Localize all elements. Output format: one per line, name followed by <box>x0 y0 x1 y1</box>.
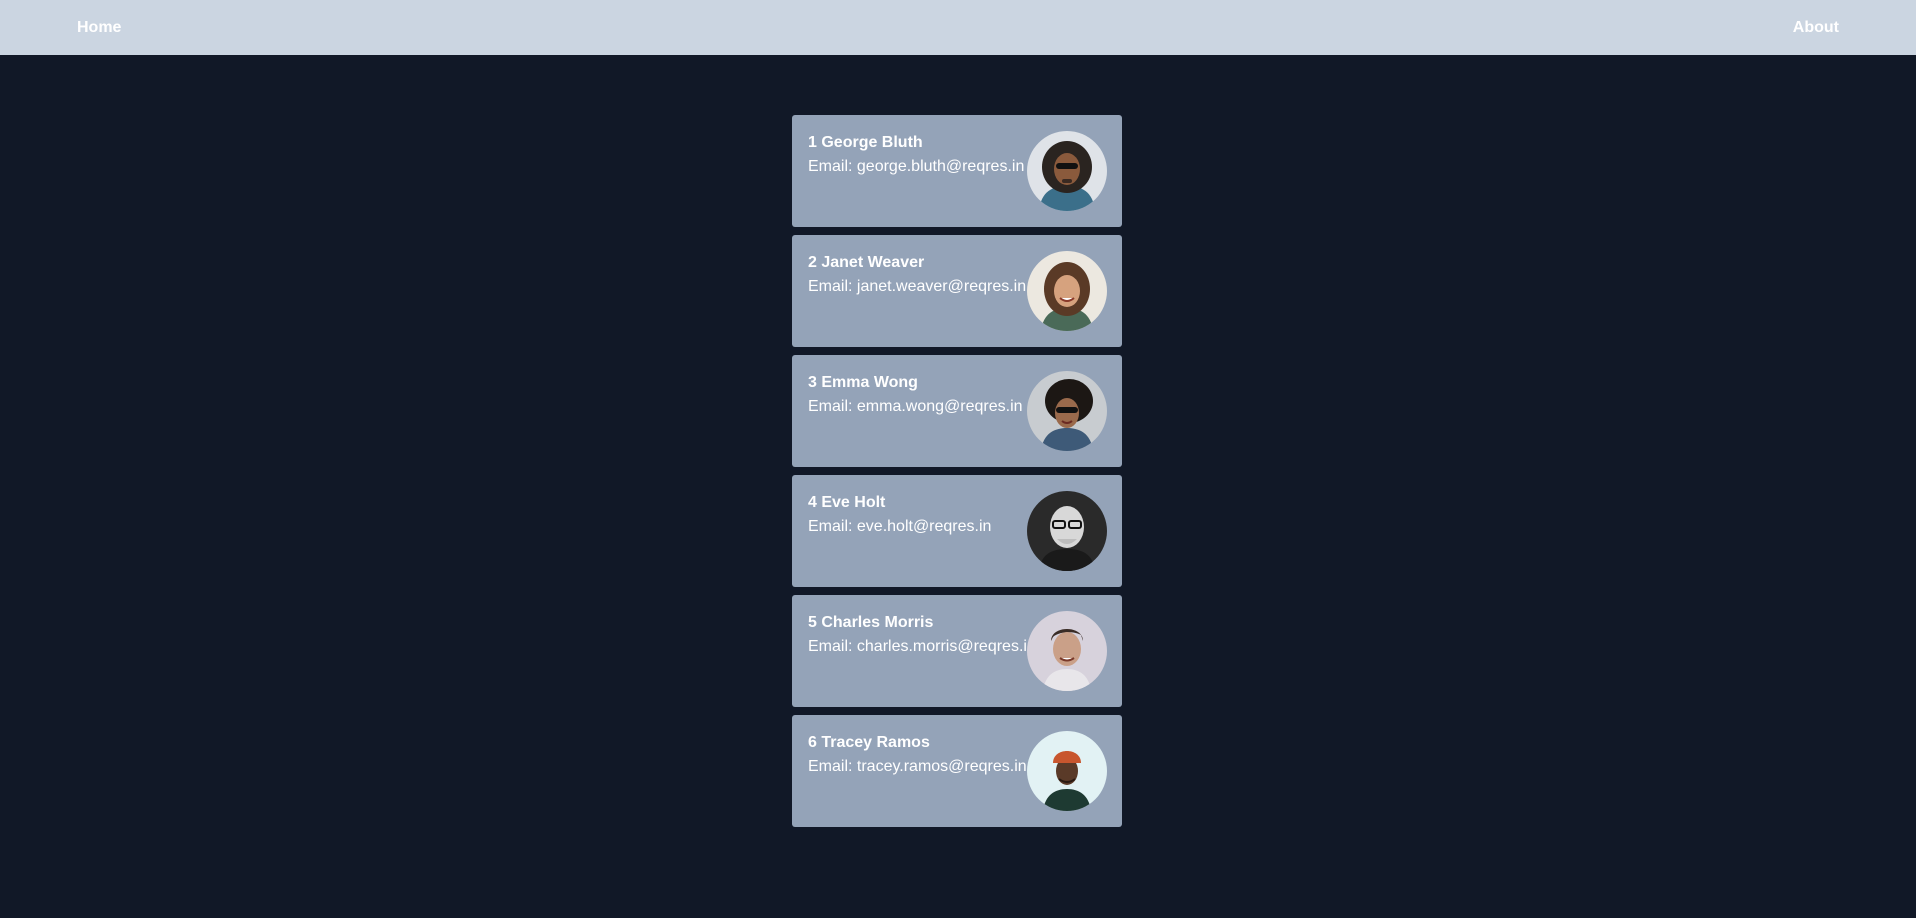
user-avatar <box>1027 731 1107 811</box>
user-list: 1 George Bluth Email: george.bluth@reqre… <box>792 115 1122 835</box>
user-card-4[interactable]: 4 Eve Holt Email: eve.holt@reqres.in <box>792 475 1122 587</box>
user-card-2[interactable]: 2 Janet Weaver Email: janet.weaver@reqre… <box>792 235 1122 347</box>
user-avatar <box>1027 371 1107 451</box>
top-navbar: Home About <box>0 0 1916 55</box>
nav-home-link[interactable]: Home <box>77 19 121 37</box>
user-card-5[interactable]: 5 Charles Morris Email: charles.morris@r… <box>792 595 1122 707</box>
user-card-6[interactable]: 6 Tracey Ramos Email: tracey.ramos@reqre… <box>792 715 1122 827</box>
user-avatar <box>1027 131 1107 211</box>
user-avatar <box>1027 251 1107 331</box>
user-avatar <box>1027 491 1107 571</box>
user-card-3[interactable]: 3 Emma Wong Email: emma.wong@reqres.in <box>792 355 1122 467</box>
user-avatar <box>1027 611 1107 691</box>
nav-about-link[interactable]: About <box>1793 19 1839 37</box>
user-card-1[interactable]: 1 George Bluth Email: george.bluth@reqre… <box>792 115 1122 227</box>
